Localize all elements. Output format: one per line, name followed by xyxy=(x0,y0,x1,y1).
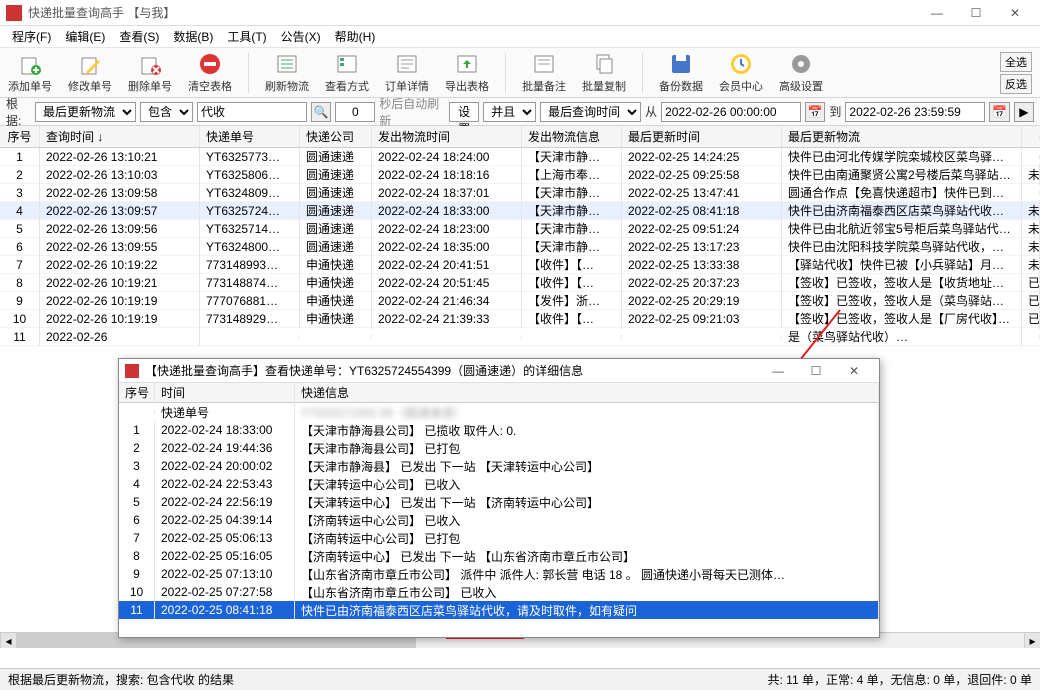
select-all-button[interactable]: 全选 xyxy=(1000,52,1032,72)
batchnote-button[interactable]: 批量备注 xyxy=(522,52,566,94)
filterbar: 根据: 最后更新物流 包含 🔍 秒后自动刷新 设置 并且 最后查询时间 从 📅 … xyxy=(0,98,1040,126)
dcol-time[interactable]: 时间 xyxy=(155,382,295,403)
from-label: 从 xyxy=(645,103,657,120)
statusbar: 根据最后更新物流，搜索: 包含代收 的结果 共: 11 单，正常: 4 单，无信… xyxy=(0,668,1040,690)
to-input[interactable] xyxy=(845,102,985,122)
batchcopy-button[interactable]: 批量复制 xyxy=(582,52,626,94)
clear-button[interactable]: 清空表格 xyxy=(188,52,232,94)
dialog-row[interactable]: 42022-02-24 22:53:43【天津转运中心公司】 已收入 xyxy=(119,475,879,493)
status-left: 根据最后更新物流，搜索: 包含代收 的结果 xyxy=(8,671,234,688)
cal-to-icon[interactable]: 📅 xyxy=(989,102,1009,122)
dialog-row[interactable]: 72022-02-25 05:06:13【济南转运中心公司】 已打包 xyxy=(119,529,879,547)
refresh-button[interactable]: 刷新物流 xyxy=(265,52,309,94)
menu-view[interactable]: 查看(S) xyxy=(113,26,165,47)
col-sentinfo[interactable]: 发出物流信息 xyxy=(522,126,622,147)
dialog-row[interactable]: 62022-02-25 04:39:14【济南转运中心公司】 已收入 xyxy=(119,511,879,529)
basis-select[interactable]: 最后更新物流 xyxy=(35,102,136,122)
dcol-info[interactable]: 快递信息 xyxy=(295,382,879,403)
dialog-head-row: 快递单号 YT632572455 99（圆通速递） xyxy=(119,403,879,421)
dialog-title: 【快递批量查询高手】查看快递单号：YT6325724554399（圆通速递）的详… xyxy=(145,362,759,379)
dialog-max-button[interactable]: ☐ xyxy=(797,360,835,382)
col-updinfo[interactable]: 最后更新物流 xyxy=(782,126,1022,147)
detail-button[interactable]: 订单详情 xyxy=(385,52,429,94)
table-row[interactable]: 112022-02-26是（菜鸟驿站代收）… xyxy=(0,328,1040,346)
menu-data[interactable]: 数据(B) xyxy=(167,26,219,47)
export-button[interactable]: 导出表格 xyxy=(445,52,489,94)
advanced-button[interactable]: 高级设置 xyxy=(779,52,823,94)
menubar: 程序(F) 编辑(E) 查看(S) 数据(B) 工具(T) 公告(X) 帮助(H… xyxy=(0,26,1040,48)
maximize-button[interactable]: ☐ xyxy=(957,2,995,24)
count-input[interactable] xyxy=(335,102,375,122)
dialog-row[interactable]: 52022-02-24 22:56:19【天津转运中心】 已发出 下一站 【济南… xyxy=(119,493,879,511)
detail-dialog: 【快递批量查询高手】查看快递单号：YT6325724554399（圆通速递）的详… xyxy=(118,358,880,638)
dialog-icon xyxy=(125,364,139,378)
col-company[interactable]: 快递公司 xyxy=(300,126,372,147)
backup-button[interactable]: 备份数据 xyxy=(659,52,703,94)
dialog-row[interactable]: 102022-02-25 07:27:58【山东省济南市章丘市公司】 已收入 xyxy=(119,583,879,601)
col-extra[interactable] xyxy=(1022,135,1040,139)
app-icon xyxy=(6,5,22,21)
keyword-input[interactable] xyxy=(197,102,307,122)
add-button[interactable]: 添加单号 xyxy=(8,52,52,94)
menu-edit[interactable]: 编辑(E) xyxy=(59,26,111,47)
toolbar: 添加单号 修改单号 删除单号 清空表格 刷新物流 查看方式 订单详情 导出表格 … xyxy=(0,48,1040,98)
dialog-row[interactable]: 92022-02-25 07:13:10【山东省济南市章丘市公司】 派件中 派件… xyxy=(119,565,879,583)
dialog-row[interactable]: 112022-02-25 08:41:18快件已由济南福泰西区店菜鸟驿站代收，请… xyxy=(119,601,879,619)
go-icon[interactable]: ▶ xyxy=(1014,102,1034,122)
dialog-titlebar: 【快递批量查询高手】查看快递单号：YT6325724554399（圆通速递）的详… xyxy=(119,359,879,383)
and-select[interactable]: 并且 xyxy=(483,102,536,122)
window-title: 快递批量查询高手 【与我】 xyxy=(28,4,918,21)
dialog-min-button[interactable]: — xyxy=(759,360,797,382)
titlebar: 快递批量查询高手 【与我】 — ☐ ✕ xyxy=(0,0,1040,26)
menu-tools[interactable]: 工具(T) xyxy=(221,26,272,47)
status-right: 共: 11 单，正常: 4 单，无信息: 0 单，退回件: 0 单 xyxy=(768,671,1033,688)
dialog-row[interactable]: 82022-02-25 05:16:05【济南转运中心】 已发出 下一站 【山东… xyxy=(119,547,879,565)
grid-header: 序号 查询时间 ↓ 快递单号 快递公司 发出物流时间 发出物流信息 最后更新时间… xyxy=(0,126,1040,148)
dialog-close-button[interactable]: ✕ xyxy=(835,360,873,382)
member-button[interactable]: 会员中心 xyxy=(719,52,763,94)
col-updtime[interactable]: 最后更新时间 xyxy=(622,126,782,147)
close-button[interactable]: ✕ xyxy=(996,2,1034,24)
viewmode-button[interactable]: 查看方式 xyxy=(325,52,369,94)
dcol-seq[interactable]: 序号 xyxy=(119,382,155,403)
from-input[interactable] xyxy=(661,102,801,122)
settings-button[interactable]: 设置 xyxy=(449,102,479,122)
menu-program[interactable]: 程序(F) xyxy=(6,26,57,47)
cal-from-icon[interactable]: 📅 xyxy=(805,102,825,122)
invert-selection-button[interactable]: 反选 xyxy=(1000,74,1032,94)
to-label: 到 xyxy=(829,103,841,120)
dialog-row[interactable]: 32022-02-24 20:00:02【天津市静海县】 已发出 下一站 【天津… xyxy=(119,457,879,475)
menu-notice[interactable]: 公告(X) xyxy=(275,26,327,47)
edit-button[interactable]: 修改单号 xyxy=(68,52,112,94)
minimize-button[interactable]: — xyxy=(918,2,956,24)
dialog-row[interactable]: 22022-02-24 19:44:36【天津市静海县公司】 已打包 xyxy=(119,439,879,457)
delete-button[interactable]: 删除单号 xyxy=(128,52,172,94)
timebasis-select[interactable]: 最后查询时间 xyxy=(540,102,641,122)
dialog-row[interactable]: 12022-02-24 18:33:00【天津市静海县公司】 已揽收 取件人: … xyxy=(119,421,879,439)
root-label: 根据: xyxy=(6,95,31,129)
col-trackno[interactable]: 快递单号 xyxy=(200,126,300,147)
col-querytime[interactable]: 查询时间 ↓ xyxy=(40,126,200,147)
search-icon[interactable]: 🔍 xyxy=(311,102,331,122)
auto-refresh-label: 秒后自动刷新 xyxy=(379,95,445,129)
match-select[interactable]: 包含 xyxy=(140,102,193,122)
menu-help[interactable]: 帮助(H) xyxy=(329,26,382,47)
col-seq[interactable]: 序号 xyxy=(0,126,40,147)
dialog-grid-header: 序号 时间 快递信息 xyxy=(119,383,879,403)
col-senttime[interactable]: 发出物流时间 xyxy=(372,126,522,147)
